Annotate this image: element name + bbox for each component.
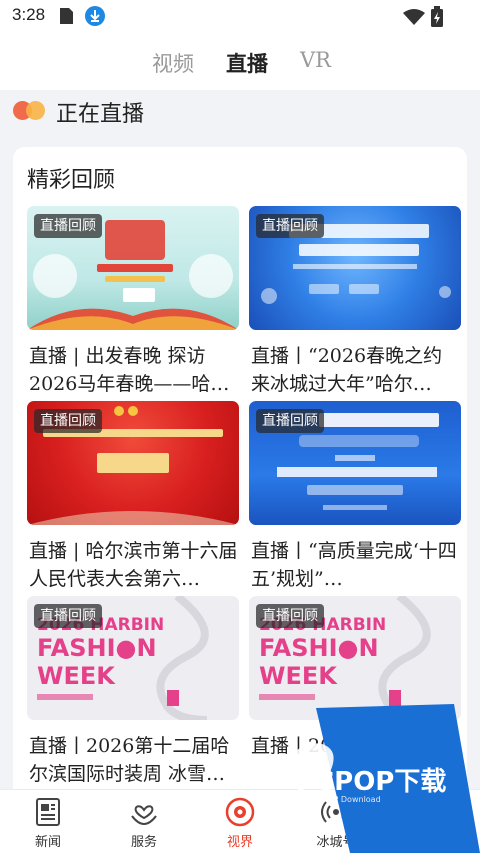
- svg-text:FASHI●N: FASHI●N: [37, 634, 157, 662]
- live-now-header: 正在直播: [0, 90, 480, 138]
- nav-vision[interactable]: 视界: [200, 790, 280, 853]
- replay-badge: 直播回顾: [256, 604, 324, 628]
- newspaper-icon: [36, 798, 60, 826]
- replay-thumbnail[interactable]: 2026 HARBIN FASHI●N WEEK 直播回顾: [27, 596, 239, 720]
- status-bar: 3:28: [0, 0, 480, 34]
- replay-badge: 直播回顾: [256, 214, 324, 238]
- replay-section-title: 精彩回顾: [27, 168, 116, 193]
- tab-vr[interactable]: VR: [300, 48, 331, 72]
- nav-ice-city[interactable]: 冰城号: [296, 790, 376, 853]
- nav-vision-label: 视界: [226, 835, 253, 850]
- nav-services-label: 服务: [130, 835, 157, 850]
- battery-icon: [431, 6, 443, 27]
- sim-card-icon: [60, 8, 73, 24]
- bottom-nav: 新闻 服务 视界 冰城号: [0, 789, 480, 853]
- wifi-icon: [403, 9, 425, 25]
- replay-thumbnail[interactable]: 直播回顾: [249, 206, 461, 330]
- replay-badge: 直播回顾: [34, 409, 102, 433]
- replay-card: 精彩回顾 直播回顾 直播 | 出发春晚 探访2026马年春晚——哈… 直播回顾 …: [13, 147, 467, 853]
- svg-text:FASHI●N: FASHI●N: [259, 634, 379, 662]
- nav-news[interactable]: 新闻: [8, 790, 88, 853]
- replay-thumbnail[interactable]: 直播回顾: [27, 401, 239, 525]
- replay-badge: 直播回顾: [34, 214, 102, 238]
- nav-services[interactable]: 服务: [104, 790, 184, 853]
- svg-text:WEEK: WEEK: [259, 662, 338, 690]
- replay-thumbnail[interactable]: 直播回顾: [249, 401, 461, 525]
- replay-badge: 直播回顾: [256, 409, 324, 433]
- replay-item-title: 直播 | 哈尔滨市第十六届人民代表大会第六…: [29, 540, 238, 590]
- replay-thumbnail[interactable]: 直播回顾: [27, 206, 239, 330]
- broadcast-icon: [321, 801, 351, 823]
- replay-item-title: 直播丨2026第十二届哈尔滨国际时装周 冰雪…: [29, 735, 230, 785]
- download-icon: [85, 6, 105, 26]
- svg-text:WEEK: WEEK: [37, 662, 116, 690]
- tab-live[interactable]: 直播: [226, 48, 268, 78]
- heart-hands-icon: [131, 805, 157, 826]
- nav-ice-city-label: 冰城号: [316, 835, 356, 850]
- tab-video[interactable]: 视频: [152, 48, 194, 78]
- replay-item-title: 直播丨“高质量完成‘十四五’规划”…: [251, 540, 457, 590]
- eye-camera-icon: [225, 797, 255, 827]
- replay-item-title: 直播丨“2026春晚之约 来冰城过大年”哈尔…: [251, 345, 443, 395]
- live-indicator-dot: [26, 101, 45, 120]
- top-tab-bar: 视频 直播 VR: [0, 34, 480, 90]
- replay-item-title: 直播丨2026…: [251, 735, 376, 757]
- replay-badge: 直播回顾: [34, 604, 102, 628]
- replay-thumbnail[interactable]: 2026 HARBIN FASHI●N WEEK 直播回顾: [249, 596, 461, 720]
- status-time: 3:28: [12, 5, 46, 24]
- live-now-title: 正在直播: [56, 102, 145, 127]
- nav-news-label: 新闻: [34, 835, 61, 850]
- replay-item-title: 直播 | 出发春晚 探访2026马年春晚——哈…: [29, 345, 230, 395]
